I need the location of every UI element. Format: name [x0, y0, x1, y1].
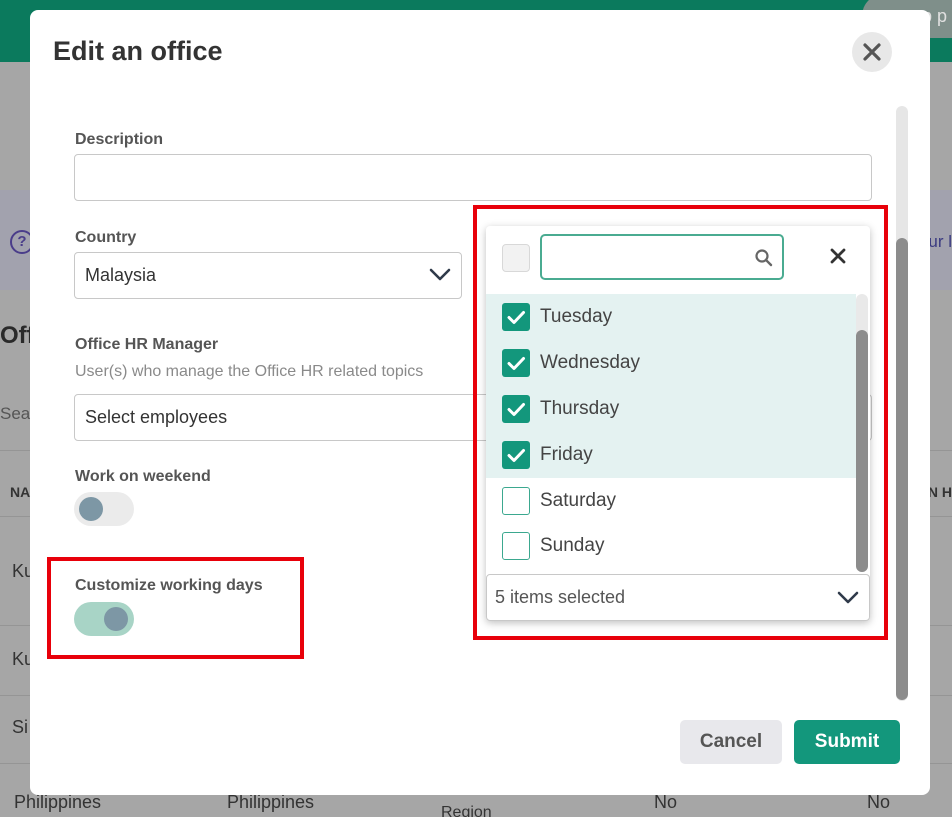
close-button[interactable] [852, 32, 892, 72]
country-label: Country [75, 229, 137, 246]
modal-title: Edit an office [53, 36, 223, 66]
table-cell: No [654, 792, 678, 812]
modal-scrollbar[interactable] [896, 106, 908, 701]
hr-manager-helper: User(s) who manage the Office HR related… [75, 363, 424, 380]
country-select[interactable]: Malaysia [74, 252, 462, 299]
toggle-knob [79, 497, 103, 521]
description-input[interactable] [74, 154, 872, 201]
modal-scrollbar-thumb[interactable] [896, 238, 908, 700]
table-cell: Philippines [227, 792, 315, 812]
banner-link[interactable]: ur l [928, 232, 952, 252]
hr-manager-placeholder: Select employees [85, 407, 228, 427]
cancel-button[interactable]: Cancel [680, 720, 782, 764]
table-header-right: N H [927, 484, 952, 500]
table-cell: No [867, 792, 891, 812]
table-row: Si [12, 717, 29, 737]
submit-button[interactable]: Submit [794, 720, 900, 764]
hr-manager-label: Office HR Manager [75, 336, 219, 353]
description-label: Description [75, 131, 164, 148]
close-icon [863, 43, 881, 61]
dropdown-highlight-box [473, 205, 888, 640]
table-header-name: NA [10, 484, 31, 500]
toggle-highlight-box [47, 557, 304, 659]
table-cell: Region [441, 804, 492, 817]
country-value: Malaysia [85, 265, 157, 285]
weekend-label: Work on weekend [75, 468, 211, 485]
chevron-down-icon [429, 268, 451, 281]
table-cell: Philippines [14, 792, 102, 812]
weekend-toggle[interactable] [74, 492, 134, 526]
search-input[interactable]: Sea [0, 404, 30, 424]
